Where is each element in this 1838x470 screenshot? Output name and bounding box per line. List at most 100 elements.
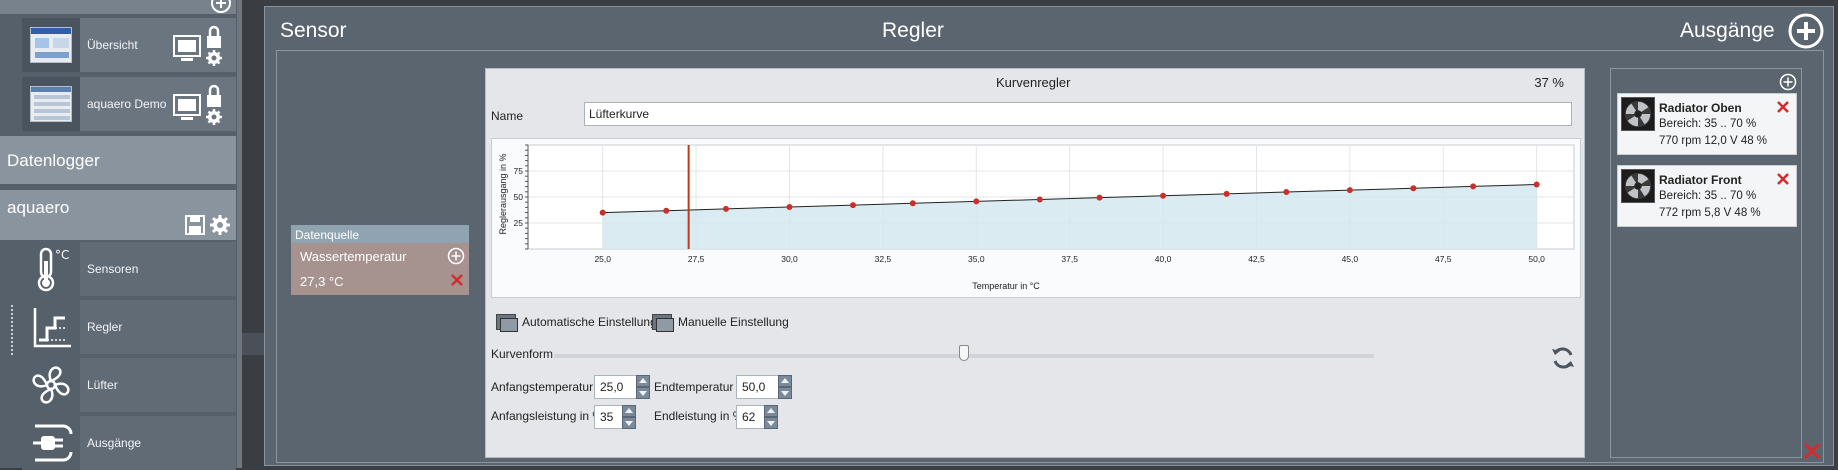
output-card-radiator-front[interactable]: Radiator Front Bereich: 35 .. 70 % 772 r…	[1617, 165, 1797, 227]
refresh-icon[interactable]	[1550, 345, 1576, 371]
up-arrow-icon[interactable]	[622, 405, 636, 417]
curve-point	[1346, 187, 1353, 194]
add-icon[interactable]	[210, 0, 232, 14]
curve-chart-svg: 25,0 27,5 30,0 32,5 35,0 37,5 40,0 42,5 45,0 47,5…	[498, 144, 1575, 291]
window-icon	[652, 314, 674, 332]
sidebar-item-ausgaenge[interactable]: Ausgänge	[22, 416, 236, 470]
down-arrow-icon[interactable]	[778, 387, 792, 399]
curve-point	[1223, 190, 1230, 197]
down-arrow-icon[interactable]	[764, 417, 778, 429]
data-source-title: Datenquelle	[291, 225, 469, 243]
plug-icon	[33, 424, 73, 462]
output-name: Radiator Front	[1659, 173, 1742, 187]
fan-icon	[1621, 169, 1655, 203]
window-icon	[496, 314, 518, 332]
auto-setting-label: Automatische Einstellung	[522, 315, 657, 329]
manual-setting-label: Manuelle Einstellung	[678, 315, 789, 329]
add-source-icon[interactable]	[447, 247, 465, 265]
y-tick-label: 50	[514, 192, 524, 202]
thermometer-icon: °C	[37, 247, 69, 292]
sidebar-item-sensoren[interactable]: °C Sensoren	[22, 242, 236, 296]
curve-point	[1533, 181, 1540, 188]
end-power-spinner[interactable]	[736, 405, 778, 429]
curve-shape-slider-thumb[interactable]	[959, 345, 969, 361]
down-arrow-icon[interactable]	[636, 387, 650, 399]
up-arrow-icon[interactable]	[778, 375, 792, 387]
manual-setting-button[interactable]: Manuelle Einstellung	[652, 314, 789, 332]
data-source-value: 27,3 °C	[300, 274, 344, 289]
output-card-radiator-oben[interactable]: Radiator Oben Bereich: 35 .. 70 % 770 rp…	[1617, 93, 1797, 155]
curve-point	[909, 200, 916, 207]
save-icon[interactable]	[184, 214, 206, 236]
fan-icon	[32, 366, 70, 404]
content-area: Datenquelle Wassertemperatur 27,3 °C Kur…	[276, 50, 1824, 463]
remove-output-icon[interactable]	[1776, 100, 1790, 114]
y-tick-label: 75	[514, 166, 524, 176]
add-output-icon[interactable]	[1779, 73, 1797, 91]
remove-source-icon[interactable]	[450, 273, 464, 287]
curve-point	[1283, 189, 1290, 196]
sidebar-item-aquaero-demo[interactable]: aquaero Demo	[22, 77, 236, 131]
name-label: Name	[491, 109, 524, 123]
up-arrow-icon[interactable]	[636, 375, 650, 387]
x-axis-label: Temperatur in °C	[972, 281, 1040, 291]
name-input[interactable]	[584, 102, 1572, 126]
curve-controller-panel: Kurvenregler 37 % Name 25,0 27,5 30,0 32,5 3…	[485, 68, 1585, 458]
svg-text:°C: °C	[55, 248, 69, 262]
sidebar-section-aquaero[interactable]: aquaero	[0, 190, 236, 240]
curve-point	[1096, 194, 1103, 201]
end-power-label: Endleistung in %	[654, 409, 744, 423]
curve-point	[973, 198, 980, 205]
curve-point	[850, 202, 857, 209]
sidebar-item-uebersicht[interactable]: Übersicht	[22, 18, 236, 72]
start-temp-spinner[interactable]	[594, 375, 650, 399]
sidebar-top-bar	[0, 0, 236, 14]
data-source-name: Wassertemperatur	[300, 249, 407, 264]
curve-point	[599, 209, 606, 216]
data-source[interactable]: Datenquelle Wassertemperatur 27,3 °C	[291, 225, 469, 295]
x-tick-label: 42,5	[1248, 254, 1265, 264]
end-temp-spinner[interactable]	[736, 375, 792, 399]
sidebar: Übersicht aquaero Demo Datenlogger aquae…	[0, 0, 242, 470]
controller-title: Kurvenregler	[996, 75, 1071, 90]
curve-point	[1410, 185, 1417, 192]
sidebar-item-regler[interactable]: Regler	[22, 300, 236, 354]
up-arrow-icon[interactable]	[764, 405, 778, 417]
sidebar-section-datenlogger[interactable]: Datenlogger	[0, 136, 236, 184]
curve-point	[1470, 183, 1477, 190]
controller-output-percent: 37 %	[1534, 75, 1564, 90]
sensor-header: Sensor	[280, 19, 347, 42]
x-tick-label: 30,0	[781, 254, 798, 264]
ausgaenge-header: Ausgänge	[1680, 19, 1775, 42]
remove-output-icon[interactable]	[1776, 172, 1790, 186]
x-tick-label: 40,0	[1155, 254, 1172, 264]
section-title: aquaero	[7, 198, 70, 217]
start-power-label: Anfangsleistung in %	[491, 409, 604, 423]
output-name: Radiator Oben	[1659, 101, 1742, 115]
curve-point	[663, 207, 670, 214]
output-range: Bereich: 35 .. 70 %	[1659, 190, 1757, 202]
add-output-icon[interactable]	[1788, 13, 1824, 49]
x-tick-label: 47,5	[1435, 254, 1452, 264]
page-tools-icon[interactable]	[172, 24, 232, 68]
sidebar-item-luefter[interactable]: Lüfter	[22, 358, 236, 412]
sidebar-item-label: Lüfter	[87, 378, 118, 392]
drag-handle[interactable]	[11, 305, 15, 355]
delete-controller-icon[interactable]	[1802, 441, 1822, 461]
curve-point	[722, 205, 729, 212]
controller-icon	[33, 308, 71, 348]
outputs-panel: Radiator Oben Bereich: 35 .. 70 % 770 rp…	[1610, 68, 1802, 458]
start-power-spinner[interactable]	[594, 405, 636, 429]
main-panel: Sensor Regler Ausgänge Datenquelle Wasse…	[264, 6, 1834, 466]
page-thumbnail	[22, 77, 80, 131]
gear-icon[interactable]	[208, 213, 232, 237]
x-tick-label: 27,5	[688, 254, 705, 264]
curve-point	[786, 203, 793, 210]
page-tools-icon[interactable]	[172, 83, 232, 127]
sidebar-item-label: Übersicht	[87, 38, 138, 52]
sidebar-item-label: Sensoren	[87, 262, 139, 276]
fan-icon	[1621, 97, 1655, 131]
down-arrow-icon[interactable]	[622, 417, 636, 429]
auto-setting-button[interactable]: Automatische Einstellung	[496, 314, 657, 332]
curve-chart[interactable]: 25,0 27,5 30,0 32,5 35,0 37,5 40,0 42,5 45,0 47,5…	[491, 138, 1581, 298]
